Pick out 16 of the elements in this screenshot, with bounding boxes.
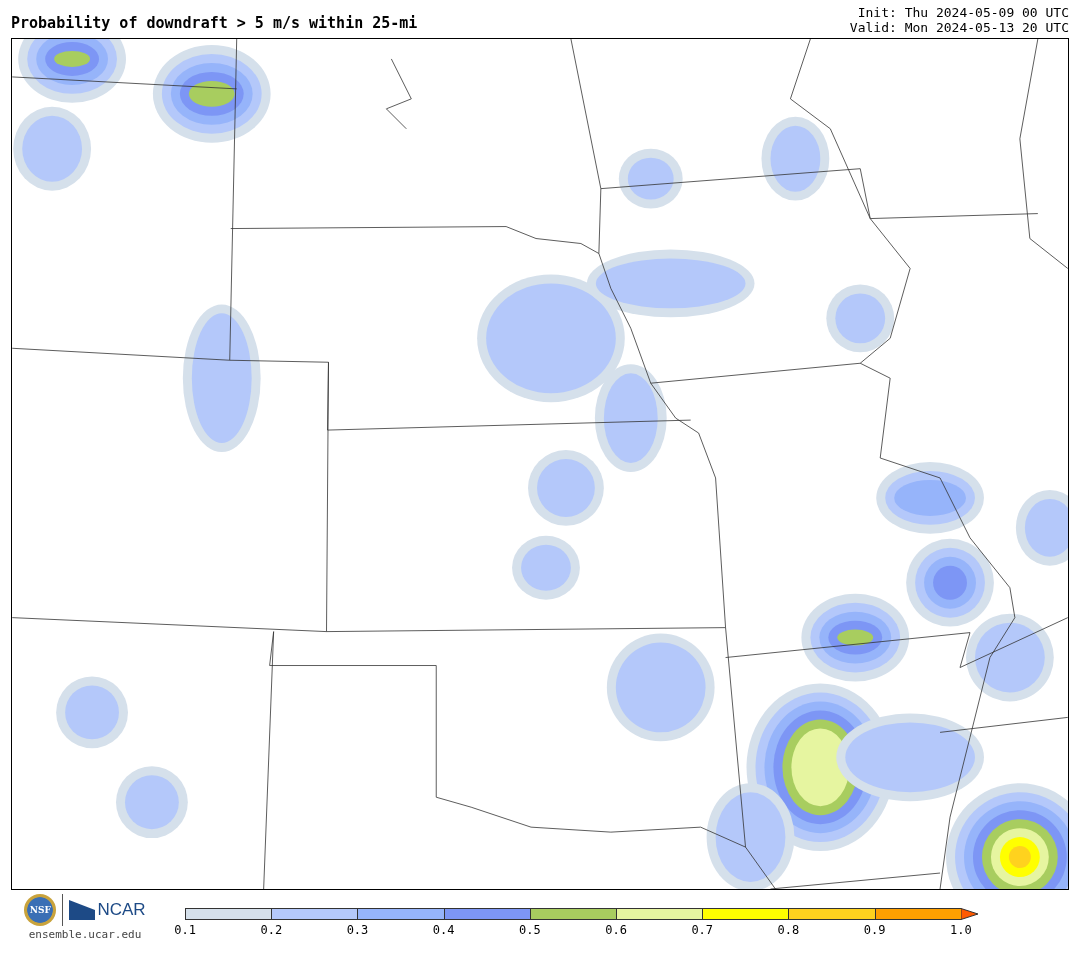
nsf-logo: NSF (24, 894, 57, 926)
scale-label: 0.7 (690, 923, 715, 937)
ncar-logo: NCAR (69, 900, 146, 920)
map-title: Probability of downdraft > 5 m/s within 25-mi (11, 14, 418, 34)
scale-label: 0.6 (604, 923, 628, 937)
scale-label: 0.8 (776, 923, 801, 937)
scale-label: 0.1 (173, 923, 197, 937)
scale-label: 0.5 (518, 923, 542, 937)
valid-time: Valid: Mon 2024-05-13 20 UTC (849, 20, 1069, 35)
init-time: Init: Thu 2024-05-09 00 UTC (857, 5, 1069, 20)
scale-label: 0.2 (259, 923, 284, 937)
scale-label: 0.4 (431, 923, 456, 937)
scale-label: 1.0 (948, 923, 973, 937)
scale-label: 0.3 (345, 923, 370, 937)
site-url: ensemble.ucar.edu (28, 928, 142, 941)
scale-label: 0.9 (862, 923, 887, 937)
